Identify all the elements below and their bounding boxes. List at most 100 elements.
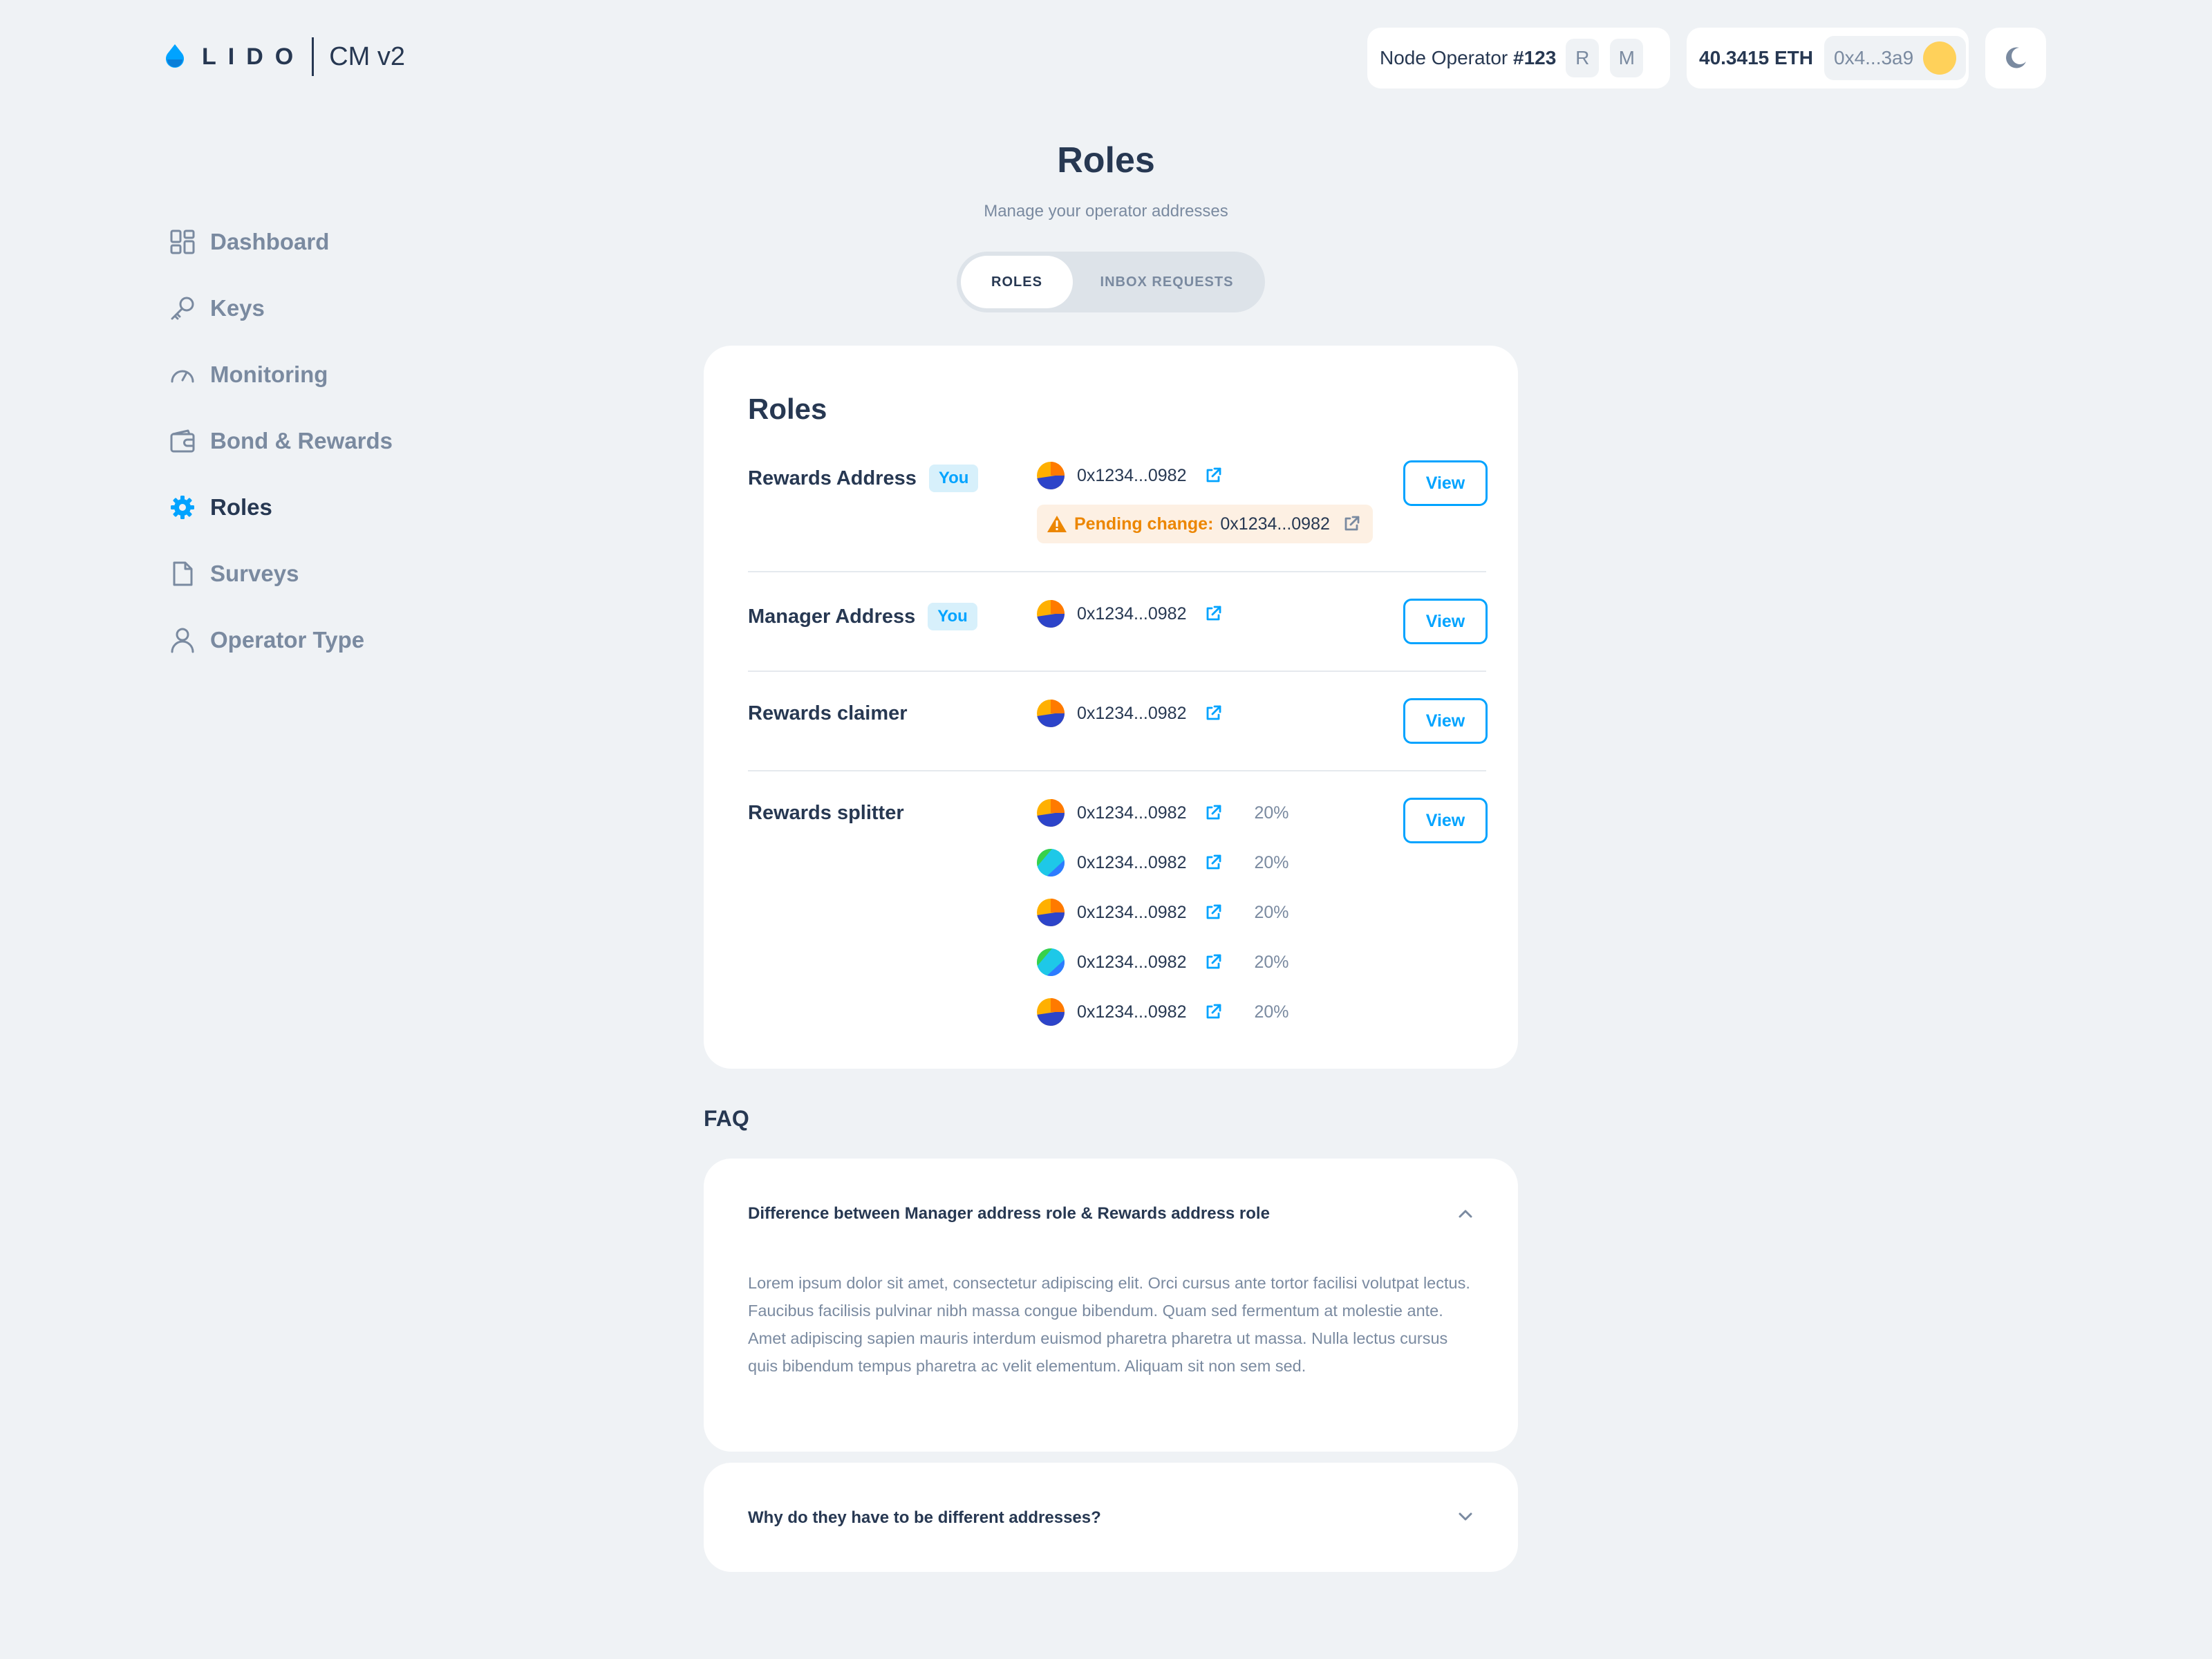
you-badge: You (928, 465, 979, 492)
view-button[interactable]: View (1403, 460, 1488, 506)
role-name-label: Rewards claimer (748, 702, 908, 724)
page-title: Roles (1057, 140, 1155, 180)
address-text: 0x1234...0982 (1077, 703, 1187, 723)
roles-tab-switch: ROLES INBOX REQUESTS (957, 252, 1265, 312)
page-subtitle: Manage your operator addresses (984, 202, 1228, 221)
external-link-icon[interactable] (1204, 804, 1222, 822)
roles-card: Roles Rewards Address You 0x1234...0982 … (704, 346, 1518, 1069)
external-link-icon[interactable] (1204, 605, 1222, 623)
wallet-widget[interactable]: 40.3415 ETH 0x4...3a9 (1687, 28, 1969, 88)
wallet-address: 0x4...3a9 (1834, 47, 1914, 68)
key-icon (171, 297, 194, 320)
logo-divider (312, 37, 315, 76)
external-link-icon[interactable] (1204, 1003, 1222, 1021)
lido-logo[interactable]: LIDO CM v2 (163, 36, 405, 77)
split-share: 20% (1254, 852, 1289, 872)
external-link-icon[interactable] (1204, 467, 1222, 485)
sidebar-item-monitoring[interactable]: Monitoring (169, 341, 393, 408)
external-link-icon[interactable] (1342, 515, 1360, 533)
pending-change-label: Pending change: (1074, 514, 1214, 534)
sidebar-item-keys[interactable]: Keys (169, 275, 393, 341)
external-link-icon[interactable] (1204, 704, 1222, 722)
sidebar-item-label: Dashboard (210, 229, 330, 254)
external-link-icon[interactable] (1204, 953, 1222, 971)
address-avatar (1037, 600, 1065, 628)
address-avatar (1037, 998, 1065, 1026)
theme-toggle-button[interactable] (1985, 28, 2046, 88)
split-share: 20% (1254, 1002, 1289, 1022)
faq-question[interactable]: Difference between Manager address role … (748, 1204, 1270, 1224)
faq-item-collapsed[interactable]: Why do they have to be different address… (704, 1463, 1518, 1572)
dashboard-icon (170, 229, 195, 254)
role-row-rewards-splitter: Rewards splitter 0x1234...0982 20% 0x123… (748, 771, 1488, 1048)
product-name: CM v2 (329, 41, 406, 71)
warning-icon (1047, 516, 1067, 532)
role-name: Rewards claimer (748, 702, 908, 725)
operator-number: #123 (1513, 47, 1557, 68)
document-icon (173, 561, 193, 586)
address-text: 0x1234...0982 (1077, 902, 1187, 922)
address-text: 0x1234...0982 (1077, 603, 1187, 624)
gear-icon (171, 496, 194, 519)
you-badge: You (928, 603, 977, 630)
sidebar-nav: Dashboard Keys Monitoring Bond & Rewards (169, 209, 393, 673)
droplet-icon (166, 44, 184, 68)
gauge-icon (171, 370, 194, 383)
split-share: 20% (1254, 952, 1289, 972)
view-button[interactable]: View (1403, 698, 1488, 744)
chevron-up-icon[interactable] (1456, 1204, 1475, 1224)
sidebar-item-bond-rewards[interactable]: Bond & Rewards (169, 408, 393, 474)
sidebar-item-roles[interactable]: Roles (169, 474, 393, 541)
sidebar-item-label: Surveys (210, 561, 299, 586)
node-operator-label: Node Operator #123 (1380, 47, 1556, 69)
role-name-label: Rewards splitter (748, 802, 904, 824)
role-name: Manager Address You (748, 603, 977, 630)
eth-balance: 40.3415 ETH (1699, 47, 1813, 68)
split-share: 20% (1254, 803, 1289, 823)
wallet-address-button[interactable]: 0x4...3a9 (1824, 36, 1967, 80)
node-operator-selector[interactable]: Node Operator #123 R M (1367, 28, 1670, 88)
splitter-address-line: 0x1234...0982 20% (1037, 997, 1289, 1027)
address-avatar (1037, 849, 1065, 877)
split-share: 20% (1254, 902, 1289, 922)
pending-change-banner: Pending change: 0x1234...0982 (1037, 505, 1373, 543)
external-link-icon[interactable] (1204, 854, 1222, 872)
pending-change-address: 0x1234...0982 (1220, 514, 1330, 534)
address-text: 0x1234...0982 (1077, 1002, 1187, 1022)
logo-word: LIDO (202, 43, 306, 70)
tab-inbox-requests[interactable]: INBOX REQUESTS (1073, 256, 1261, 308)
role-tag-r: R (1566, 39, 1600, 77)
address-avatar (1037, 948, 1065, 976)
chevron-down-icon[interactable] (1456, 1507, 1475, 1526)
faq-question[interactable]: Why do they have to be different address… (748, 1508, 1101, 1528)
user-icon (171, 628, 194, 653)
sidebar-item-operator-type[interactable]: Operator Type (169, 607, 393, 673)
external-link-icon[interactable] (1204, 903, 1222, 921)
sidebar-item-label: Bond & Rewards (210, 428, 393, 453)
view-button[interactable]: View (1403, 599, 1488, 644)
role-name: Rewards Address You (748, 465, 979, 492)
role-name: Rewards splitter (748, 802, 904, 825)
role-row-rewards-claimer: Rewards claimer 0x1234...0982 View (748, 672, 1488, 771)
role-tag-m: M (1610, 39, 1644, 77)
wallet-avatar (1923, 41, 1957, 75)
sidebar-item-label: Monitoring (210, 362, 328, 387)
address-text: 0x1234...0982 (1077, 803, 1187, 823)
moon-icon (2006, 47, 2026, 68)
splitter-address-line: 0x1234...0982 20% (1037, 847, 1289, 878)
address-text: 0x1234...0982 (1077, 952, 1187, 972)
address-line: 0x1234...0982 (1037, 698, 1222, 729)
address-text: 0x1234...0982 (1077, 465, 1187, 485)
address-avatar (1037, 700, 1065, 727)
tab-roles[interactable]: ROLES (961, 256, 1073, 308)
address-avatar (1037, 899, 1065, 926)
address-avatar (1037, 462, 1065, 489)
view-button[interactable]: View (1403, 798, 1488, 843)
sidebar-item-surveys[interactable]: Surveys (169, 541, 393, 607)
sidebar-item-label: Roles (210, 494, 272, 520)
faq-item-expanded[interactable]: Difference between Manager address role … (704, 1159, 1518, 1452)
address-avatar (1037, 799, 1065, 827)
faq-answer: Lorem ipsum dolor sit amet, consectetur … (748, 1274, 1470, 1375)
sidebar-item-label: Keys (210, 295, 265, 321)
address-line: 0x1234...0982 (1037, 460, 1222, 491)
